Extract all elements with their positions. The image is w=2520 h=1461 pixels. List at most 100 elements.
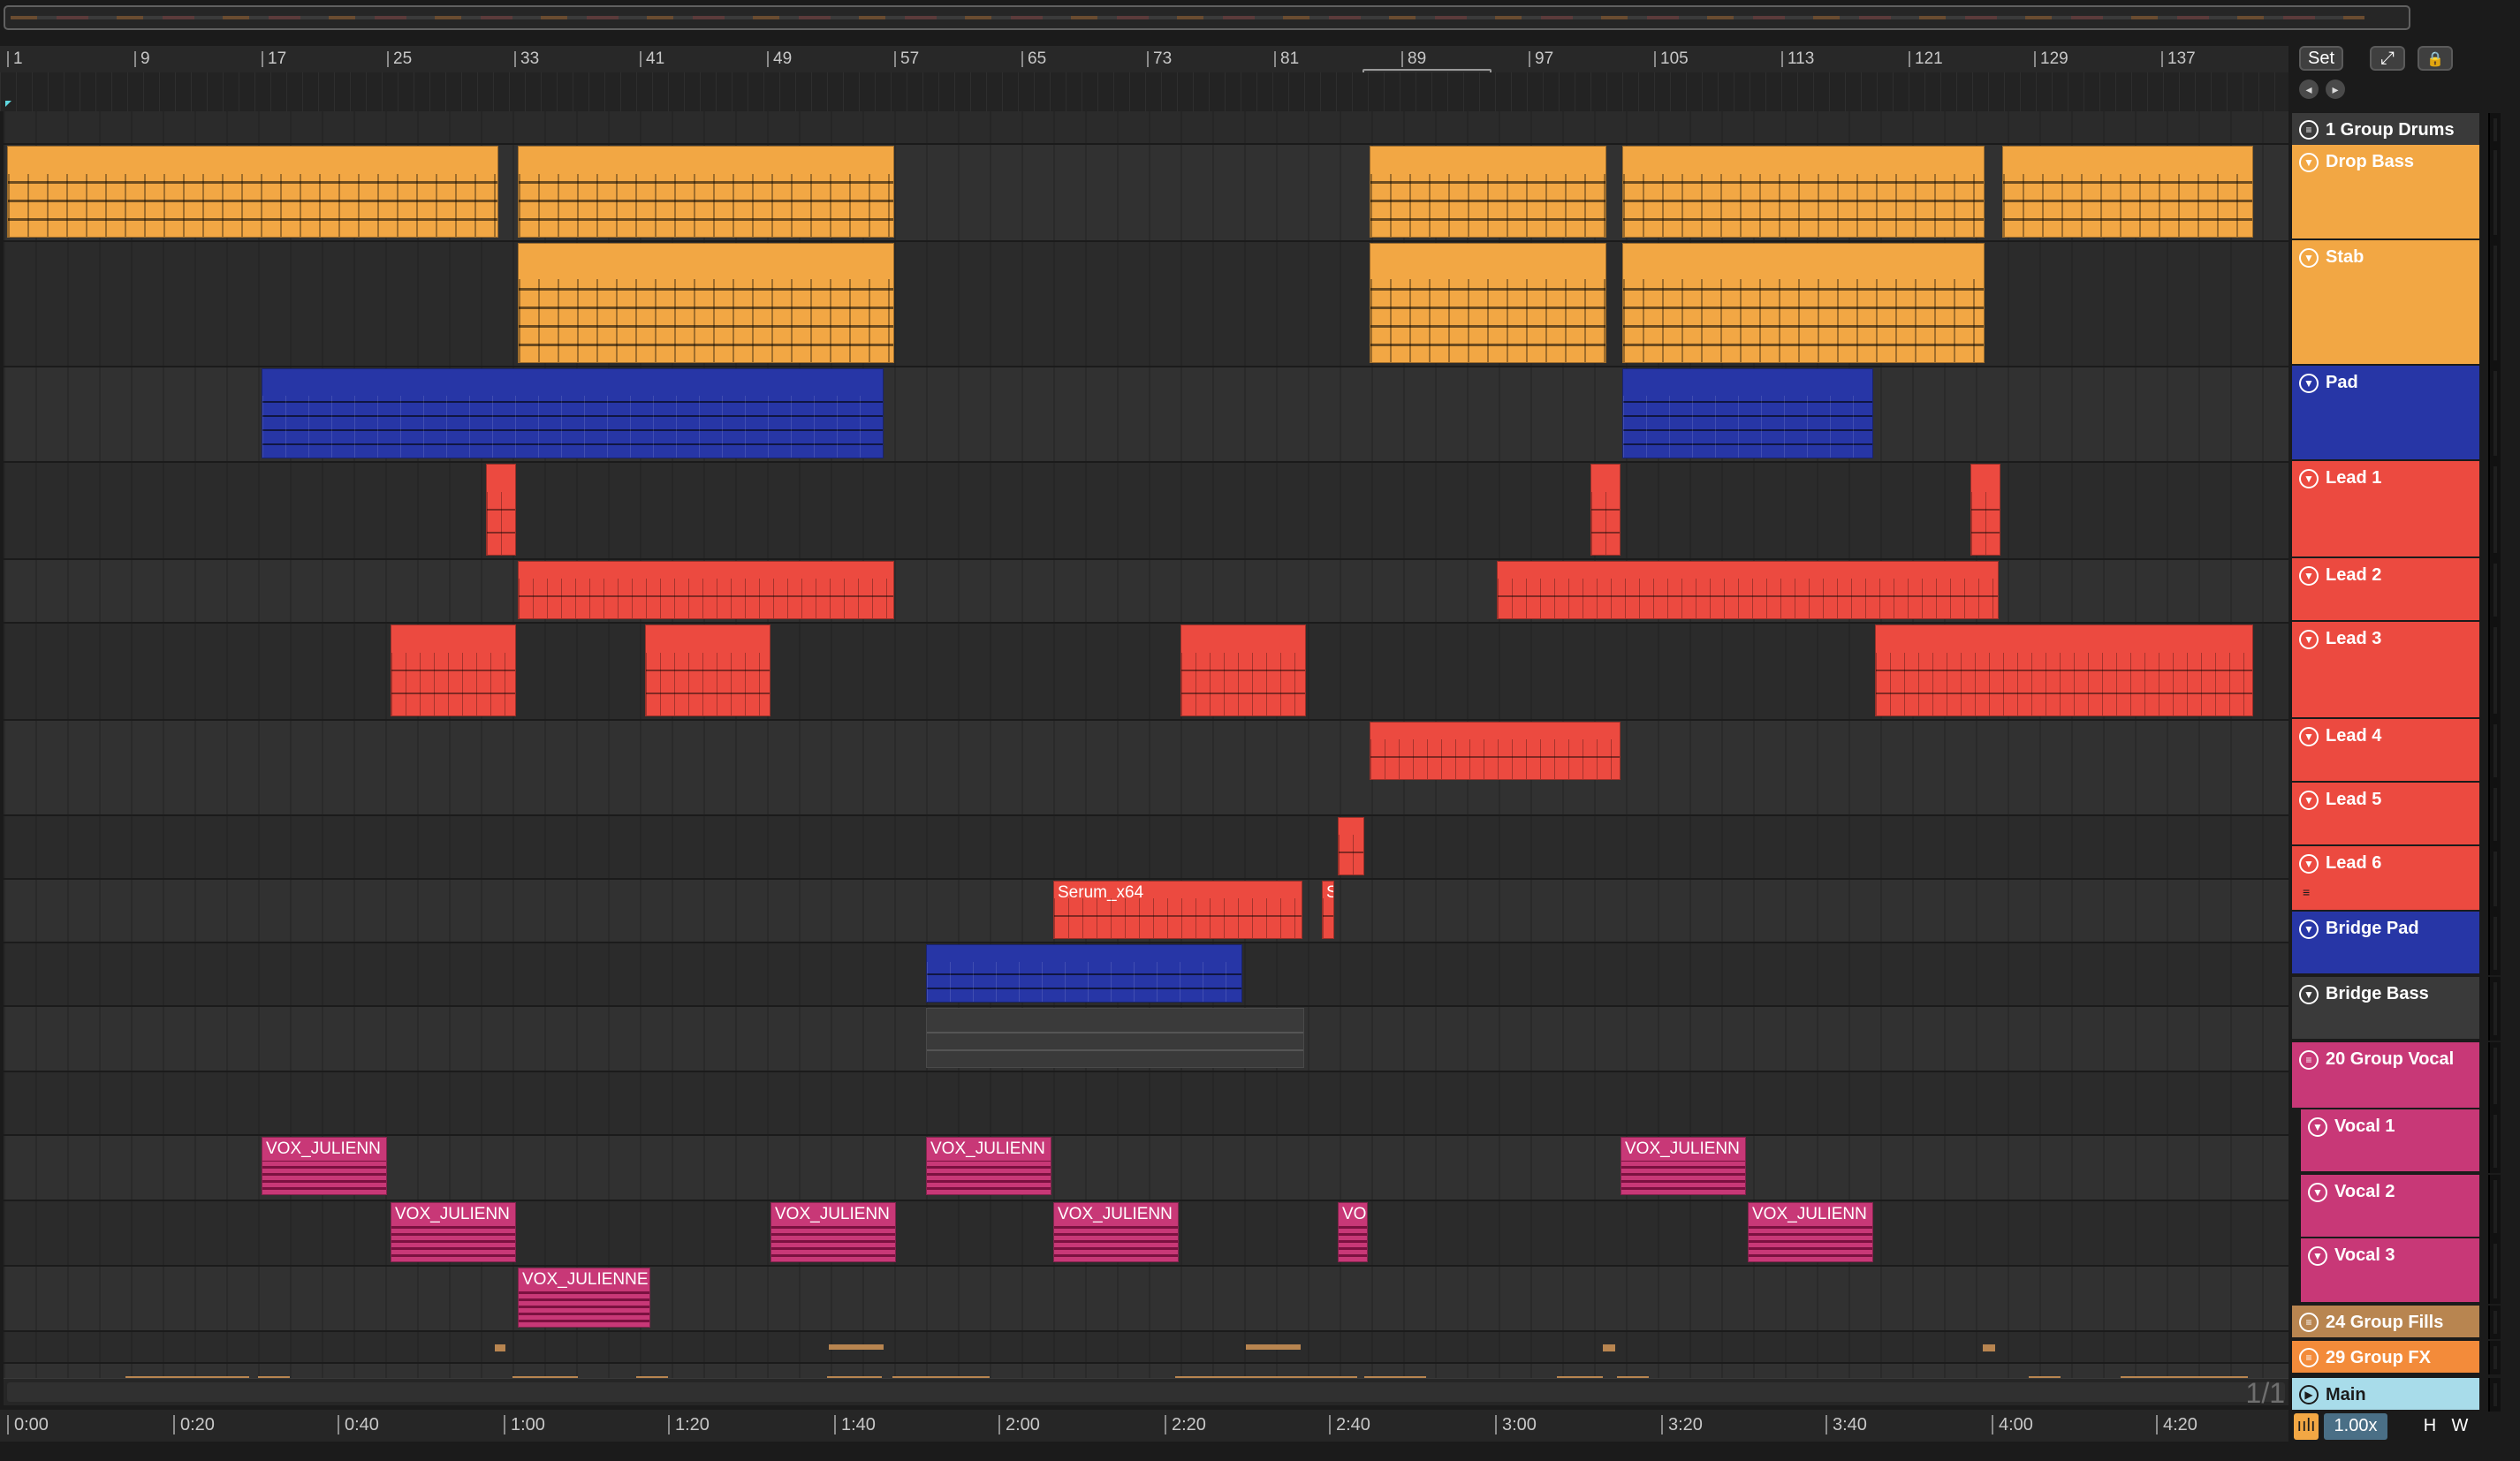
track-fold-icon[interactable]: ▼ [2308,1246,2327,1266]
audio-clip[interactable]: VOX_JULIENN [262,1137,387,1195]
track-header[interactable]: ▼ Lead 5 [2292,783,2479,846]
arrangement-lanes[interactable]: Serum_x64 S VOX_JULIENN VOX_JULIENN VOX_JULI… [4,111,2288,1396]
horizontal-scrollbar[interactable]: 1/1 [4,1377,2288,1409]
track-header[interactable]: ▼ Lead 2 [2292,558,2479,622]
group-fold-icon[interactable]: ≡ [2299,1313,2319,1332]
track-fold-icon[interactable]: ▼ [2299,791,2319,810]
midi-clip[interactable] [1622,368,1873,458]
h-toggle[interactable]: H [2418,1413,2442,1440]
audio-clip[interactable]: VOX_JULIENNE [518,1268,650,1328]
midi-clip[interactable] [1180,625,1306,716]
track-fold-icon[interactable]: ▼ [2299,469,2319,488]
midi-clip[interactable] [1338,817,1364,875]
track-fold-icon[interactable]: ▼ [2299,566,2319,586]
group-fold-icon[interactable]: ≡ [2299,1050,2319,1070]
midi-clip[interactable] [1370,722,1621,780]
midi-clip[interactable] [518,243,894,363]
track-header[interactable]: ▼ Bridge Bass [2292,977,2479,1041]
audio-clip[interactable]: VOX_JULIENN [1748,1202,1873,1262]
midi-clip[interactable] [1370,243,1606,363]
midi-clip[interactable] [1370,146,1606,238]
midi-clip[interactable] [518,146,894,238]
track-header[interactable]: ≡ 24 Group Fills [2292,1306,2479,1339]
w-toggle[interactable]: W [2448,1413,2472,1440]
zoom-display[interactable]: 1.00x [2324,1413,2387,1440]
set-button[interactable]: Set [2299,46,2343,71]
track-lane[interactable] [4,1332,2288,1364]
track-header[interactable]: ▼ Vocal 3 [2301,1238,2479,1304]
audio-clip[interactable]: VOX_JULIENN [770,1202,896,1262]
track-lane[interactable] [4,1072,2288,1136]
arrangement-overview[interactable] [4,5,2410,30]
track-header[interactable]: ▼ Lead 4 [2292,719,2479,783]
track-fold-icon[interactable]: ▼ [2299,248,2319,268]
main-track-icon[interactable]: ▶ [2299,1385,2319,1404]
track-header[interactable]: ≡ 20 Group Vocal [2292,1042,2479,1109]
audio-clip[interactable]: VO [1338,1202,1368,1262]
audio-clip[interactable]: VOX_JULIENN [1053,1202,1179,1262]
track-lane[interactable] [4,1267,2288,1332]
track-header[interactable]: ▼ Pad [2292,366,2479,461]
track-header[interactable]: ▼ Bridge Pad [2292,912,2479,975]
scrollbar-thumb[interactable] [7,1382,2285,1402]
track-fold-icon[interactable]: ▼ [2299,153,2319,172]
track-lane[interactable] [4,463,2288,560]
fill-clip[interactable] [1983,1344,1995,1351]
track-header[interactable]: ▶ Main [2292,1378,2479,1412]
midi-clip[interactable] [1622,243,1985,363]
time-ruler[interactable]: 0:00 0:20 0:40 1:00 1:20 1:40 2:00 2:20 2:40 3:00… [0,1410,2288,1442]
midi-clip[interactable] [486,464,516,556]
expand-button[interactable]: ⤢ [2370,46,2405,71]
track-fold-icon[interactable]: ▼ [2308,1117,2327,1137]
midi-clip[interactable] [1590,464,1621,556]
midi-clip[interactable] [262,368,884,458]
arrow-left-icon[interactable]: ◂ [2299,79,2319,99]
track-fold-icon[interactable]: ▼ [2299,630,2319,649]
audio-clip[interactable]: VOX_JULIENN [1621,1137,1746,1195]
audio-clip[interactable]: VOX_JULIENN [391,1202,516,1262]
midi-clip[interactable] [1875,625,2253,716]
arrow-right-icon[interactable]: ▸ [2326,79,2345,99]
track-lane[interactable] [4,111,2288,145]
track-fold-icon[interactable]: ▼ [2308,1183,2327,1202]
beat-time-strip[interactable] [0,72,2288,111]
fill-clip[interactable] [1246,1344,1301,1350]
audio-clip[interactable]: Serum_x64 [1053,881,1302,939]
midi-clip[interactable] [645,625,770,716]
track-lane[interactable] [4,721,2288,816]
group-fold-icon[interactable]: ≡ [2299,120,2319,140]
midi-clip[interactable] [926,1008,1304,1068]
track-header[interactable]: ▼ Lead 6 ≡ [2292,846,2479,912]
track-header[interactable]: ▼ Vocal 1 [2301,1109,2479,1173]
track-fold-icon[interactable]: ▼ [2299,854,2319,874]
midi-clip[interactable] [518,561,894,619]
midi-clip[interactable] [391,625,516,716]
fill-clip[interactable] [1603,1344,1615,1351]
track-fold-icon[interactable]: ▼ [2299,985,2319,1004]
track-header[interactable]: ≡ 29 Group FX [2292,1341,2479,1374]
fill-clip[interactable] [495,1344,505,1351]
group-fold-icon[interactable]: ≡ [2299,1348,2319,1367]
track-lane[interactable] [4,816,2288,880]
audio-clip[interactable]: S [1322,881,1334,939]
midi-clip[interactable] [1970,464,2000,556]
midi-clip[interactable] [2002,146,2253,238]
midi-clip[interactable] [926,944,1242,1003]
track-header[interactable]: ▼ Stab [2292,240,2479,366]
track-fold-icon[interactable]: ▼ [2299,374,2319,393]
fill-clip[interactable] [829,1344,884,1350]
track-header[interactable]: ≡ 1 Group Drums [2292,113,2479,147]
midi-clip[interactable] [1622,146,1985,238]
audio-clip[interactable]: VOX_JULIENN [926,1137,1051,1195]
bar-ruler[interactable]: 1 9 17 25 33 41 49 57 65 73 81 89 97 105 113 121 129 137 [0,46,2288,72]
track-header[interactable]: ▼ Lead 3 [2292,622,2479,719]
midi-clip[interactable] [7,146,498,238]
track-header[interactable]: ▼ Vocal 2 [2301,1175,2479,1238]
track-header[interactable]: ▼ Drop Bass [2292,145,2479,240]
track-fold-icon[interactable]: ▼ [2299,727,2319,746]
track-header[interactable]: ▼ Lead 1 [2292,461,2479,558]
io-button[interactable]: ıılı [2294,1413,2319,1440]
midi-clip[interactable] [1497,561,1999,619]
track-fold-icon[interactable]: ▼ [2299,920,2319,939]
lock-button[interactable]: 🔒 [2418,46,2453,71]
